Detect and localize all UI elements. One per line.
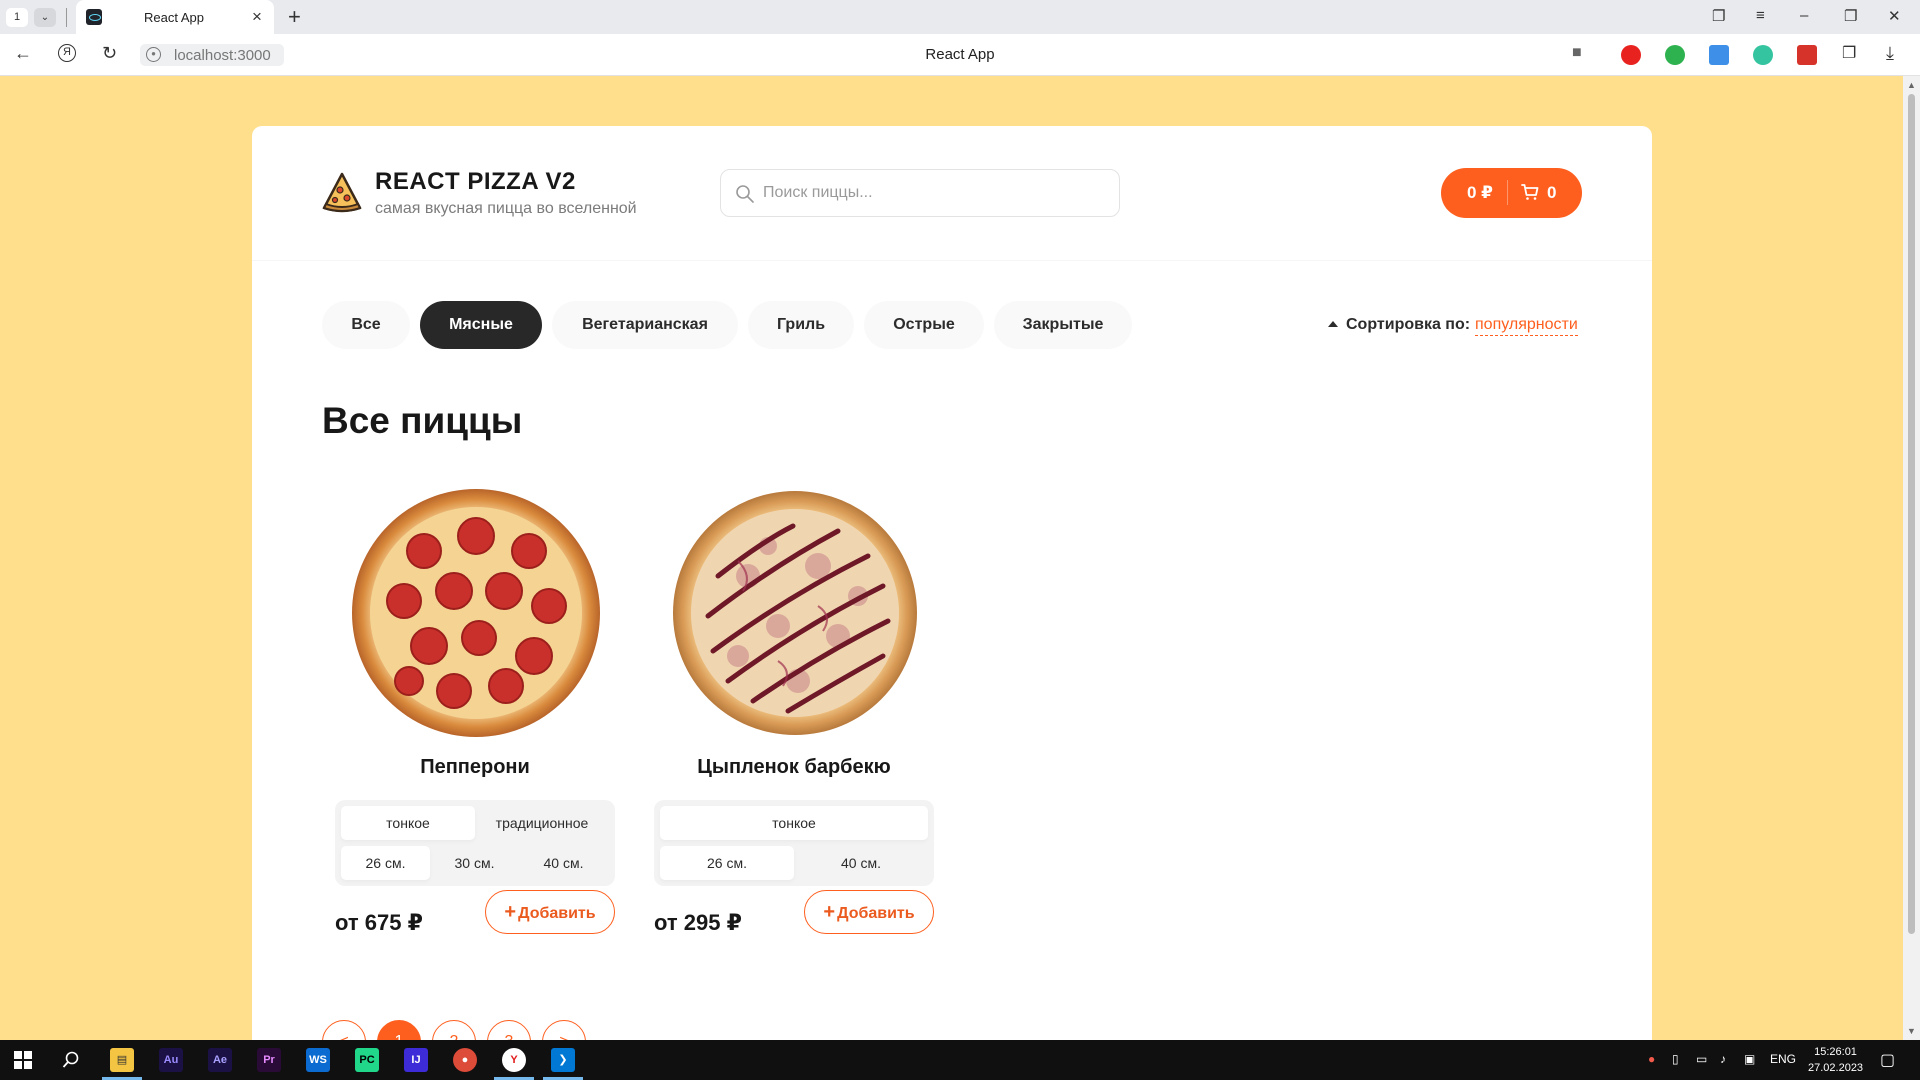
- clock-time: 15:26:01: [1814, 1046, 1857, 1058]
- webstorm-icon[interactable]: WS: [306, 1048, 330, 1072]
- sort-label: Сортировка по:: [1328, 316, 1470, 334]
- pizza-price: от 675 ₽: [335, 910, 423, 935]
- file-explorer-icon[interactable]: ▤: [110, 1048, 134, 1072]
- site-header: REACT PIZZA V2 самая вкусная пицца во вс…: [252, 126, 1652, 261]
- network-icon[interactable]: ▣: [1744, 1052, 1755, 1066]
- system-clock[interactable]: 15:26:01 27.02.2023: [1808, 1044, 1863, 1076]
- intellij-icon[interactable]: IJ: [404, 1048, 428, 1072]
- category-closed[interactable]: Закрытые: [994, 301, 1132, 349]
- restore-icon[interactable]: ❐: [1844, 7, 1857, 25]
- pagination-page-3[interactable]: 3: [487, 1020, 531, 1040]
- cart-total-price: 0 ₽: [1467, 183, 1494, 202]
- pagination-prev[interactable]: <: [322, 1020, 366, 1040]
- yandex-browser-icon[interactable]: Y: [502, 1048, 526, 1072]
- bookmark-icon[interactable]: ■: [1572, 44, 1582, 62]
- windows-start-icon[interactable]: [14, 1051, 32, 1069]
- search-box[interactable]: [720, 169, 1120, 217]
- play-extension-icon[interactable]: [1709, 45, 1729, 65]
- bbq-chicken-pizza-image: [673, 491, 917, 735]
- dough-option-thin[interactable]: тонкое: [341, 806, 475, 840]
- audition-icon[interactable]: Au: [159, 1048, 183, 1072]
- size-option-40[interactable]: 40 см.: [519, 846, 608, 880]
- size-option-40[interactable]: 40 см.: [794, 846, 928, 880]
- category-vegetarian[interactable]: Вегетарианская: [552, 301, 738, 349]
- pizza-options: тонкое традиционное 26 см. 30 см. 40 см.: [335, 800, 615, 886]
- premiere-icon[interactable]: Pr: [257, 1048, 281, 1072]
- address-bar: ← Я ↻ ● localhost:3000 React App ■ ❐ ⤓: [0, 34, 1920, 76]
- category-grill[interactable]: Гриль: [748, 301, 854, 349]
- extensions-icon[interactable]: ❐: [1842, 43, 1856, 63]
- volume-icon[interactable]: ♪: [1720, 1052, 1726, 1066]
- pagination-page-1[interactable]: 1: [377, 1020, 421, 1040]
- category-meat[interactable]: Мясные: [420, 301, 542, 349]
- size-option-26[interactable]: 26 см.: [341, 846, 430, 880]
- tab-title: React App: [144, 10, 204, 25]
- cart-divider: [1507, 180, 1508, 205]
- brand-subtitle: самая вкусная пицца во вселенной: [375, 200, 637, 217]
- pepperoni-pizza-image: [352, 489, 600, 737]
- dough-option-traditional[interactable]: традиционное: [475, 806, 609, 840]
- size-option-30[interactable]: 30 см.: [430, 846, 519, 880]
- sort-arrow-icon: [1328, 321, 1338, 327]
- collections-icon[interactable]: ❐: [1712, 7, 1725, 25]
- tab-separator: [66, 8, 67, 27]
- scroll-down-icon[interactable]: ▼: [1907, 1026, 1916, 1036]
- cart-button[interactable]: 0 ₽ 0: [1441, 168, 1582, 218]
- language-indicator[interactable]: ENG: [1770, 1052, 1796, 1066]
- react-favicon-icon: [86, 9, 102, 25]
- clock-date: 27.02.2023: [1808, 1062, 1864, 1074]
- pagination-next[interactable]: >: [542, 1020, 586, 1040]
- pizza-name: Цыпленок барбекю: [697, 756, 891, 778]
- pizza-options: тонкое 26 см. 40 см.: [654, 800, 934, 886]
- tab-counter[interactable]: 1: [6, 8, 28, 27]
- window-close-icon[interactable]: ✕: [1888, 7, 1901, 25]
- notifications-icon[interactable]: ▢: [1880, 1050, 1895, 1070]
- category-all[interactable]: Все: [322, 301, 410, 349]
- cart-item-count: 0: [1547, 183, 1557, 202]
- category-spicy[interactable]: Острые: [864, 301, 984, 349]
- vpn-extension-icon[interactable]: [1753, 45, 1773, 65]
- vscode-icon[interactable]: ❯: [551, 1048, 575, 1072]
- tab-list-dropdown[interactable]: ⌄: [34, 8, 56, 27]
- tab-close-icon[interactable]: ×: [252, 7, 262, 27]
- cart-icon: [1521, 184, 1539, 200]
- devtools-extension-icon[interactable]: [1797, 45, 1817, 65]
- pizza-price: от 295 ₽: [654, 910, 742, 935]
- pycharm-icon[interactable]: PC: [355, 1048, 379, 1072]
- pagination-page-2[interactable]: 2: [432, 1020, 476, 1040]
- add-to-cart-button[interactable]: + Добавить: [804, 890, 934, 934]
- size-option-26[interactable]: 26 см.: [660, 846, 794, 880]
- pizza-logo-icon[interactable]: [320, 170, 364, 214]
- browser-tab[interactable]: React App ×: [76, 0, 274, 34]
- menu-icon[interactable]: ≡: [1756, 7, 1765, 24]
- scroll-up-icon[interactable]: ▲: [1907, 80, 1916, 90]
- app-container: REACT PIZZA V2 самая вкусная пицца во вс…: [252, 126, 1652, 1040]
- search-input[interactable]: [763, 171, 1103, 215]
- pizza-name: Пепперони: [420, 756, 530, 778]
- after-effects-icon[interactable]: Ae: [208, 1048, 232, 1072]
- plus-icon: +: [823, 901, 836, 923]
- brand-title[interactable]: REACT PIZZA V2: [375, 168, 576, 196]
- scroll-thumb[interactable]: [1908, 94, 1915, 934]
- dough-option-thin[interactable]: тонкое: [660, 806, 928, 840]
- add-to-cart-button[interactable]: + Добавить: [485, 890, 615, 934]
- shield-extension-icon[interactable]: [1665, 45, 1685, 65]
- sort-select[interactable]: популярности: [1475, 316, 1578, 336]
- taskbar-search-icon[interactable]: [62, 1051, 80, 1069]
- new-tab-icon[interactable]: +: [288, 4, 301, 30]
- chrome-icon[interactable]: ●: [453, 1048, 477, 1072]
- browser-tab-bar: 1 ⌄ React App × + ❐ ≡ – ❐ ✕: [0, 0, 1920, 34]
- page-scrollbar[interactable]: ▲ ▼: [1903, 76, 1920, 1040]
- download-icon[interactable]: ⤓: [1886, 43, 1894, 64]
- search-icon: [736, 185, 754, 203]
- usb-icon[interactable]: ▯: [1672, 1052, 1679, 1066]
- minimize-icon[interactable]: –: [1800, 7, 1808, 24]
- windows-taskbar: ▤ Au Ae Pr WS PC IJ ● Y ❯ ● ▯ ▭ ♪ ▣ ENG …: [0, 1040, 1920, 1080]
- tray-app-icon[interactable]: ●: [1648, 1052, 1655, 1066]
- plus-icon: +: [504, 901, 517, 923]
- battery-icon[interactable]: ▭: [1696, 1052, 1707, 1066]
- adblock-extension-icon[interactable]: [1621, 45, 1641, 65]
- section-title: Все пиццы: [322, 400, 523, 441]
